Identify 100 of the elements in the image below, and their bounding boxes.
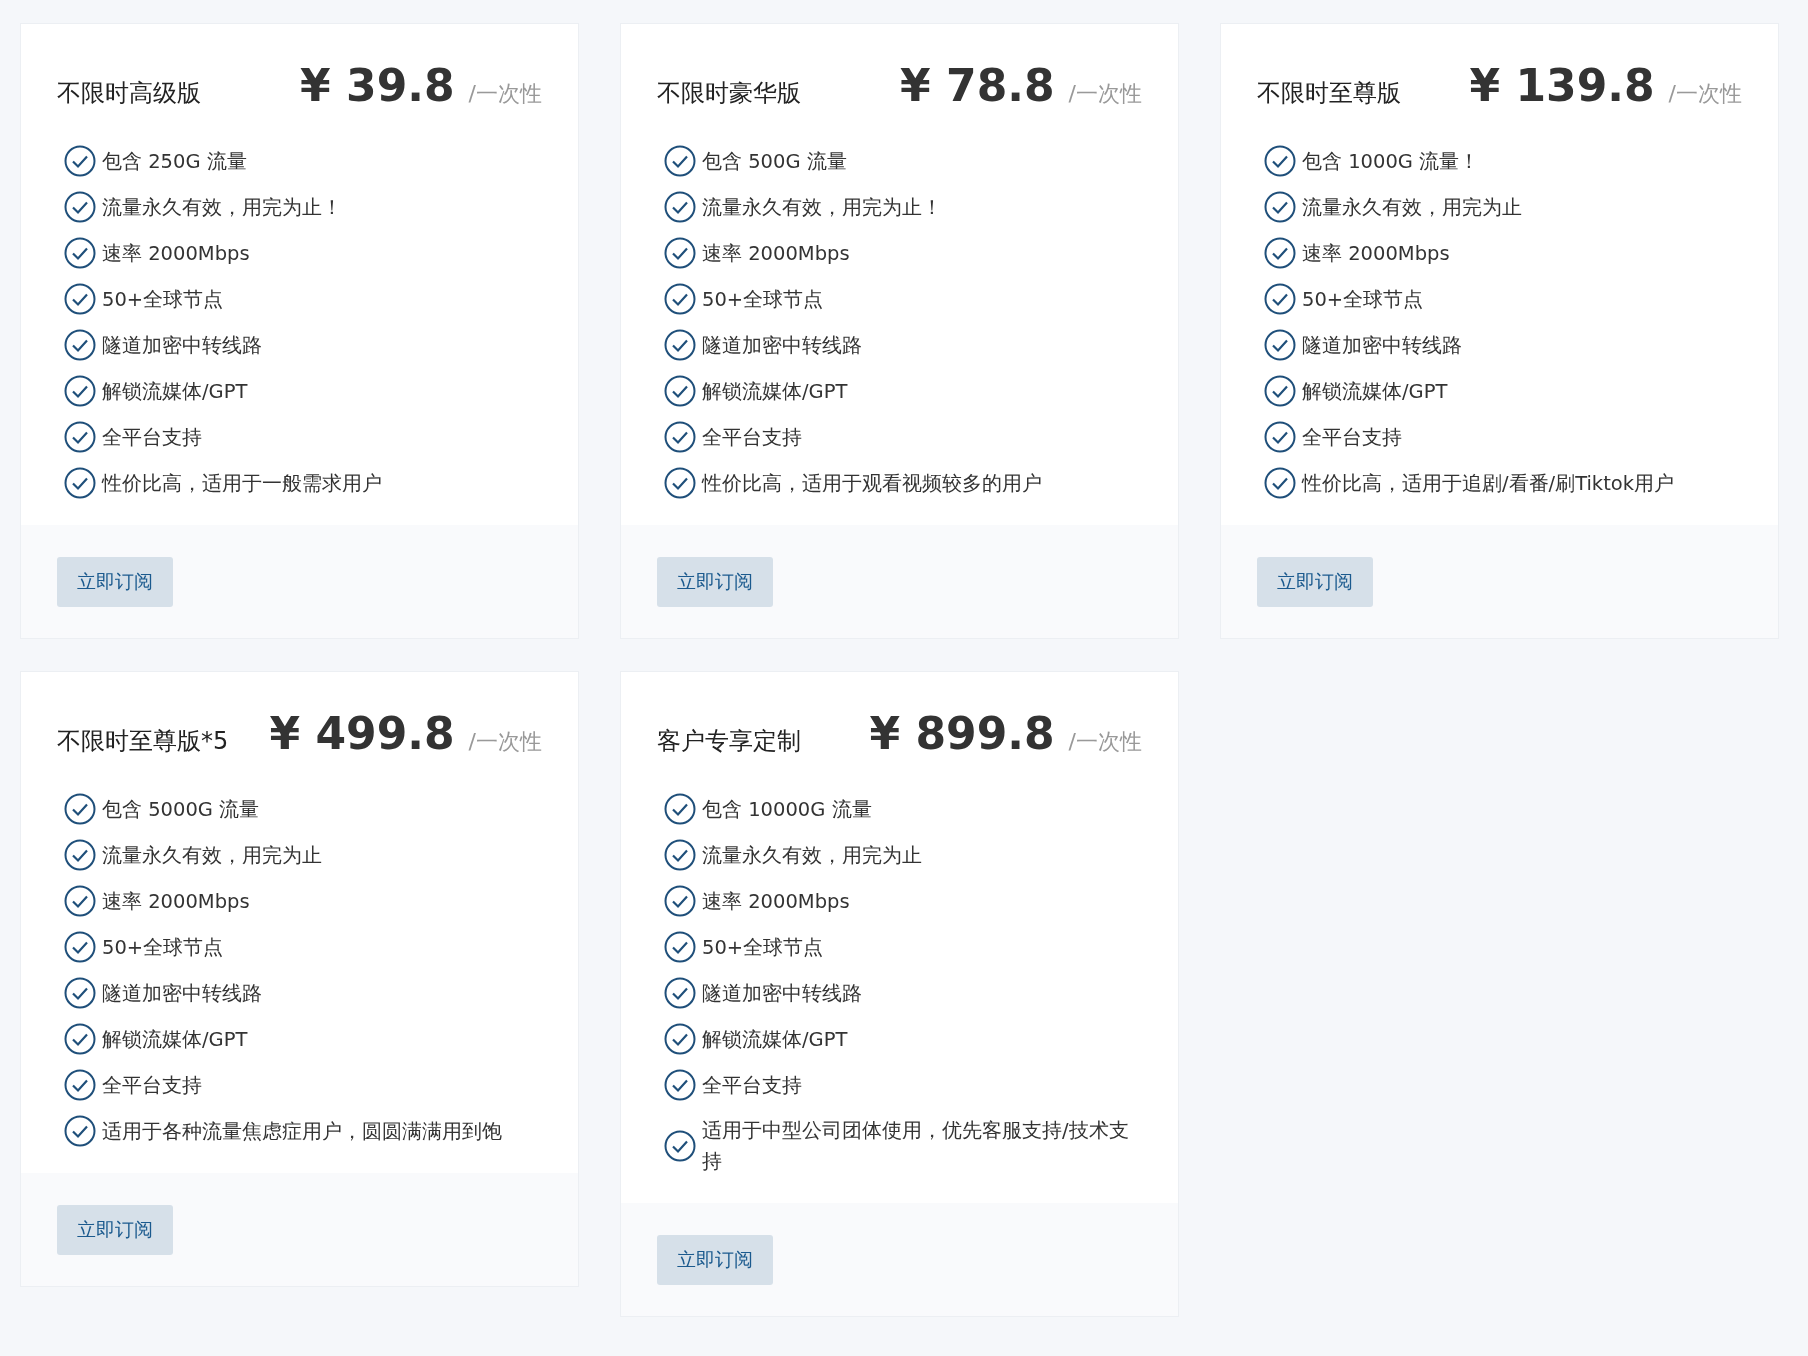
feature-text: 速率 2000Mbps xyxy=(102,240,250,267)
feature-text: 隧道加密中转线路 xyxy=(1302,332,1462,359)
check-circle-icon xyxy=(64,885,96,917)
check-circle-icon xyxy=(64,977,96,1009)
check-circle-icon xyxy=(64,839,96,871)
feature-text: 速率 2000Mbps xyxy=(1302,240,1450,267)
check-circle-icon xyxy=(1264,191,1296,223)
check-circle-icon xyxy=(664,1023,696,1055)
subscribe-button[interactable]: 立即订阅 xyxy=(1257,557,1373,607)
price: ¥ 899.8 xyxy=(869,708,1055,759)
feature-text: 速率 2000Mbps xyxy=(702,888,850,915)
check-circle-icon xyxy=(64,1023,96,1055)
subscribe-button[interactable]: 立即订阅 xyxy=(657,1235,773,1285)
check-circle-icon xyxy=(1264,237,1296,269)
feature-text: 50+全球节点 xyxy=(1302,286,1424,313)
check-circle-icon xyxy=(664,329,696,361)
check-circle-icon xyxy=(664,885,696,917)
feature-text: 流量永久有效，用完为止！ xyxy=(702,194,942,221)
feature-text: 速率 2000Mbps xyxy=(702,240,850,267)
check-circle-icon xyxy=(64,421,96,453)
check-circle-icon xyxy=(64,931,96,963)
feature-text: 流量永久有效，用完为止！ xyxy=(102,194,342,221)
check-circle-icon xyxy=(64,145,96,177)
feature-text: 流量永久有效，用完为止 xyxy=(102,842,322,869)
check-circle-icon xyxy=(664,839,696,871)
check-circle-icon xyxy=(1264,329,1296,361)
check-circle-icon xyxy=(64,1069,96,1101)
price-unit: /一次性 xyxy=(1068,728,1142,756)
feature-text: 流量永久有效，用完为止 xyxy=(702,842,922,869)
check-circle-icon xyxy=(1264,375,1296,407)
price-unit: /一次性 xyxy=(468,80,542,108)
feature-text: 包含 10000G 流量 xyxy=(702,796,872,823)
feature-text: 隧道加密中转线路 xyxy=(102,980,262,1007)
check-circle-icon xyxy=(664,421,696,453)
feature-text: 全平台支持 xyxy=(702,424,802,451)
check-circle-icon xyxy=(1264,421,1296,453)
plan-title: 客户专享定制 xyxy=(657,726,801,757)
feature-text: 全平台支持 xyxy=(702,1072,802,1099)
feature-text: 50+全球节点 xyxy=(702,286,824,313)
check-circle-icon xyxy=(1264,145,1296,177)
feature-text: 50+全球节点 xyxy=(102,286,224,313)
feature-text: 性价比高，适用于一般需求用户 xyxy=(102,470,382,497)
feature-text: 性价比高，适用于观看视频较多的用户 xyxy=(702,470,1042,497)
check-circle-icon xyxy=(664,283,696,315)
price-unit: /一次性 xyxy=(1068,80,1142,108)
plan-title: 不限时至尊版 xyxy=(1257,78,1401,109)
price: ¥ 39.8 xyxy=(300,60,455,111)
price-unit: /一次性 xyxy=(1668,80,1742,108)
feature-text: 全平台支持 xyxy=(102,1072,202,1099)
feature-text: 全平台支持 xyxy=(1302,424,1402,451)
price-unit: /一次性 xyxy=(468,728,542,756)
check-circle-icon xyxy=(1264,283,1296,315)
feature-text: 解锁流媒体/GPT xyxy=(102,378,248,405)
check-circle-icon xyxy=(664,977,696,1009)
feature-text: 包含 500G 流量 xyxy=(702,148,847,175)
check-circle-icon xyxy=(664,467,696,499)
feature-text: 性价比高，适用于追剧/看番/刷Tiktok用户 xyxy=(1302,470,1675,497)
feature-text: 50+全球节点 xyxy=(702,934,824,961)
check-circle-icon xyxy=(64,793,96,825)
check-circle-icon xyxy=(664,1130,696,1162)
feature-text: 隧道加密中转线路 xyxy=(102,332,262,359)
feature-text: 全平台支持 xyxy=(102,424,202,451)
check-circle-icon xyxy=(664,793,696,825)
price: ¥ 499.8 xyxy=(269,708,455,759)
feature-text: 隧道加密中转线路 xyxy=(702,980,862,1007)
feature-text: 50+全球节点 xyxy=(102,934,224,961)
feature-text: 流量永久有效，用完为止 xyxy=(1302,194,1522,221)
feature-text: 包含 5000G 流量 xyxy=(102,796,260,823)
price: ¥ 139.8 xyxy=(1469,60,1655,111)
check-circle-icon xyxy=(64,237,96,269)
check-circle-icon xyxy=(664,145,696,177)
feature-text: 解锁流媒体/GPT xyxy=(702,1026,848,1053)
feature-text: 速率 2000Mbps xyxy=(102,888,250,915)
check-circle-icon xyxy=(64,191,96,223)
plan-title: 不限时至尊版*5 xyxy=(57,726,229,757)
subscribe-button[interactable]: 立即订阅 xyxy=(657,557,773,607)
plan-title: 不限时豪华版 xyxy=(657,78,801,109)
subscribe-button[interactable]: 立即订阅 xyxy=(57,1205,173,1255)
check-circle-icon xyxy=(664,375,696,407)
check-circle-icon xyxy=(64,1115,96,1147)
check-circle-icon xyxy=(664,191,696,223)
feature-text: 适用于中型公司团体使用，优先客服支持/技术支持 xyxy=(702,1118,1130,1175)
check-circle-icon xyxy=(664,1069,696,1101)
check-circle-icon xyxy=(64,467,96,499)
feature-text: 适用于各种流量焦虑症用户，圆圆满满用到饱 xyxy=(102,1118,502,1145)
price: ¥ 78.8 xyxy=(900,60,1055,111)
feature-text: 解锁流媒体/GPT xyxy=(102,1026,248,1053)
feature-text: 包含 1000G 流量！ xyxy=(1302,148,1480,175)
feature-text: 解锁流媒体/GPT xyxy=(702,378,848,405)
check-circle-icon xyxy=(64,329,96,361)
feature-text: 包含 250G 流量 xyxy=(102,148,247,175)
check-circle-icon xyxy=(664,237,696,269)
check-circle-icon xyxy=(64,375,96,407)
feature-text: 隧道加密中转线路 xyxy=(702,332,862,359)
subscribe-button[interactable]: 立即订阅 xyxy=(57,557,173,607)
check-circle-icon xyxy=(1264,467,1296,499)
check-circle-icon xyxy=(64,283,96,315)
feature-text: 解锁流媒体/GPT xyxy=(1302,378,1448,405)
check-circle-icon xyxy=(664,931,696,963)
plan-title: 不限时高级版 xyxy=(57,78,201,109)
